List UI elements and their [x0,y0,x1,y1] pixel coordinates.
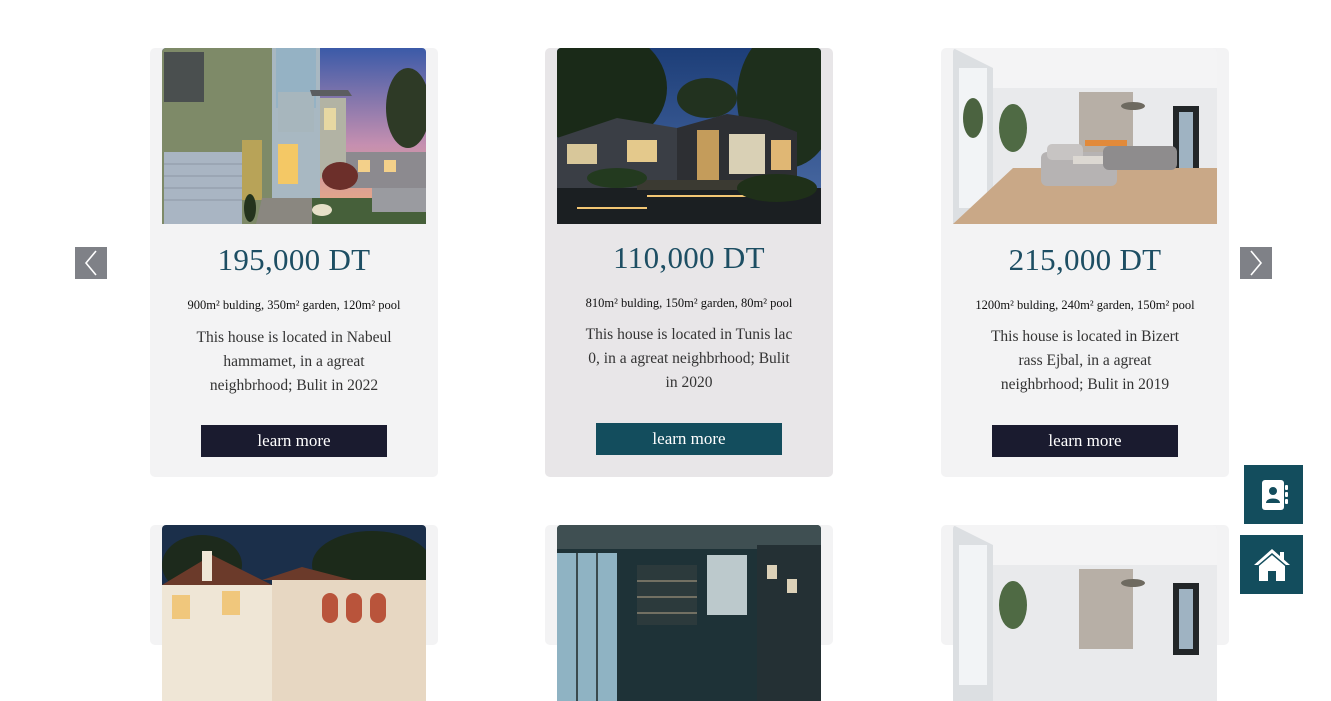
property-card: 110,000 DT 810m² bulding, 150m² garden, … [545,48,833,477]
learn-more-button[interactable]: learn more [201,425,387,457]
property-description: This house is located in Tunis lac 0, in… [585,326,793,391]
property-description: This house is located in Nabeul hammamet… [196,329,392,394]
property-card [545,525,833,701]
property-price: 215,000 DT [1008,242,1162,277]
property-price: 195,000 DT [217,242,371,277]
property-card: 215,000 DT 1200m² bulding, 240m² garden,… [941,48,1229,477]
property-photo [557,48,821,224]
contacts-button[interactable] [1244,465,1303,524]
property-photo [162,48,426,224]
property-description: This house is located in Bizert rass Ejb… [990,328,1180,393]
property-price: 110,000 DT [613,240,765,275]
property-photo [162,525,426,701]
address-book-icon [1261,479,1288,510]
home-icon [1253,548,1290,581]
property-specs: 810m² bulding, 150m² garden, 80m² pool [585,296,793,310]
chevron-left-icon [84,250,97,276]
property-card [150,525,438,701]
property-photo [557,525,821,701]
chevron-right-icon [1250,250,1263,276]
property-card [941,525,1229,701]
learn-more-button[interactable]: learn more [992,425,1178,457]
carousel-next-button[interactable] [1240,247,1272,279]
property-specs: 900m² bulding, 350m² garden, 120m² pool [187,298,401,312]
property-photo [953,525,1217,701]
learn-more-button[interactable]: learn more [596,423,782,455]
property-card: 195,000 DT 900m² bulding, 350m² garden, … [150,48,438,477]
carousel-prev-button[interactable] [75,247,107,279]
home-button[interactable] [1240,535,1303,594]
property-photo [953,48,1217,224]
property-specs: 1200m² bulding, 240m² garden, 150m² pool [975,298,1195,312]
